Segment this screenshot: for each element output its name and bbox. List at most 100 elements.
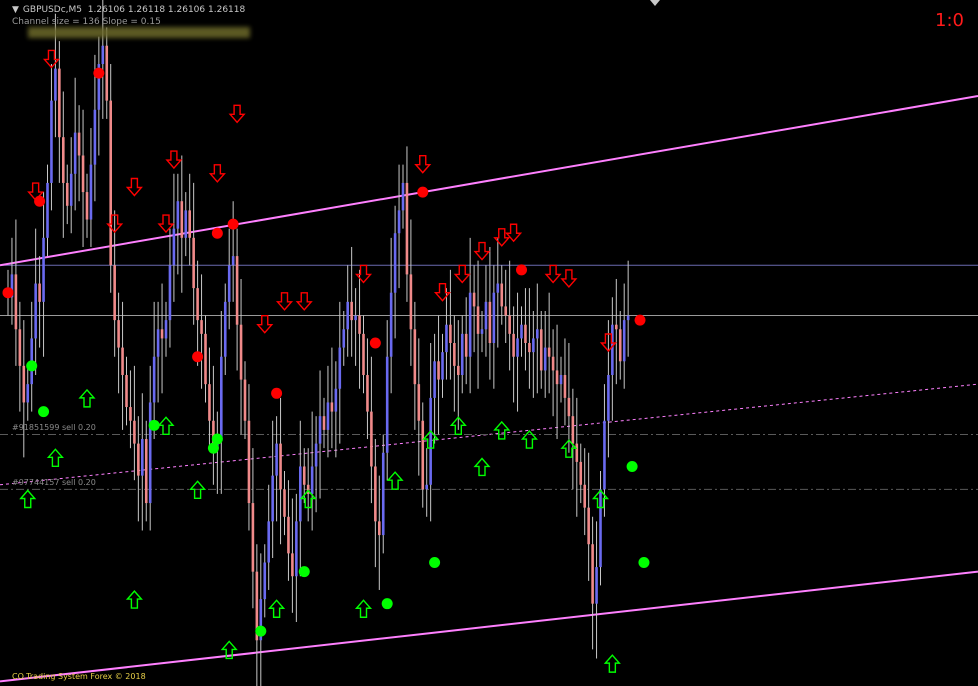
candle-body: [626, 315, 630, 321]
candle-body: [389, 292, 393, 357]
candle-body: [279, 443, 282, 490]
buy-arrow-icon: [19, 489, 37, 509]
sell-arrow-icon: [165, 150, 183, 170]
candle-body: [148, 402, 152, 504]
sell-arrow-icon: [228, 104, 246, 124]
buy-dot: [381, 598, 393, 610]
candle-body: [583, 484, 586, 508]
candle-body: [437, 361, 440, 380]
candle-body: [243, 379, 247, 421]
candle-body: [105, 45, 109, 101]
candle-body: [200, 320, 203, 334]
candle-body: [65, 182, 69, 206]
candle-body: [484, 301, 488, 330]
candle-body: [453, 343, 456, 366]
sell-arrow-icon: [493, 228, 511, 247]
candle-body: [180, 201, 184, 238]
candle-body: [338, 347, 342, 389]
candle-body: [500, 283, 504, 307]
candle-body: [563, 375, 567, 398]
candle-body: [413, 329, 417, 385]
candle-body: [287, 516, 290, 554]
candle-body: [346, 301, 349, 330]
candle-body: [472, 292, 476, 307]
sell-arrow-icon: [208, 164, 226, 183]
candle-body: [275, 443, 278, 476]
candle-body: [267, 521, 270, 563]
candle-body: [539, 329, 543, 371]
candle-body: [567, 397, 571, 417]
score-counter: 1:0: [935, 10, 964, 31]
candle-body: [571, 416, 575, 444]
candle-body: [18, 329, 22, 366]
candle-body: [302, 466, 306, 485]
candle-body: [50, 100, 53, 183]
candle-body: [62, 137, 65, 183]
candle-body: [512, 333, 515, 357]
candle-body: [618, 329, 622, 362]
candle-body: [156, 329, 160, 357]
candle-body: [38, 283, 41, 302]
candle-body: [587, 507, 590, 545]
candle-body: [152, 356, 156, 403]
candle-body: [141, 439, 144, 476]
sell-arrow-icon: [295, 292, 313, 311]
candle-body: [144, 439, 148, 504]
buy-dot: [429, 557, 441, 569]
sell-arrow-icon: [125, 177, 143, 197]
order-label-1[interactable]: #91851599 sell 0.20: [12, 423, 96, 432]
symbol-label: GBPUSDc,M5: [22, 5, 83, 15]
candle-body: [405, 182, 409, 275]
channel-info: Channel size = 136 Slope = 0.15: [12, 17, 161, 27]
collapse-triangle-icon[interactable]: ▼: [12, 5, 19, 15]
sell-arrow-icon: [414, 154, 432, 174]
candle-body: [488, 301, 492, 343]
price-chart[interactable]: [0, 0, 978, 686]
sell-dot: [2, 287, 14, 299]
candle-body: [247, 420, 251, 504]
candle-body: [492, 292, 496, 343]
buy-arrow-icon: [473, 457, 491, 477]
candle-body: [429, 397, 432, 485]
candle-body: [220, 356, 223, 440]
candle-body: [449, 324, 452, 343]
candle-body: [204, 333, 207, 385]
sell-arrow-icon: [157, 214, 175, 234]
candle-body: [113, 265, 116, 321]
candle-body: [393, 233, 397, 293]
footer-brand: CO.Trading System Forex © 2018: [12, 672, 146, 681]
buy-arrow-icon: [78, 388, 96, 408]
candle-body: [69, 173, 73, 206]
sell-arrow-icon: [354, 264, 373, 284]
candle-body: [445, 324, 448, 353]
blurred-text-region: [28, 27, 250, 38]
ohlc-label: 1.26106 1.26118 1.26106 1.26118: [87, 5, 246, 15]
candle-body: [227, 265, 231, 302]
buy-arrow-icon: [354, 599, 373, 618]
sell-dot: [634, 314, 646, 326]
candle-body: [184, 210, 188, 238]
candle-body: [366, 375, 369, 412]
candle-body: [441, 352, 444, 380]
candle-body: [81, 155, 85, 193]
candle-body: [607, 375, 610, 421]
shift-marker-icon[interactable]: [650, 0, 660, 6]
candle-body: [42, 237, 45, 302]
order-label-2[interactable]: #97744157 sell 0.20: [12, 478, 96, 487]
candle-body: [101, 45, 105, 65]
buy-dot: [298, 566, 310, 578]
buy-arrow-icon: [520, 429, 538, 449]
candle-body: [34, 283, 37, 339]
candle-body: [231, 256, 235, 266]
candle-body: [370, 411, 373, 467]
candle-body: [476, 306, 480, 334]
sell-dot: [211, 227, 223, 239]
buy-arrow-icon: [268, 599, 286, 618]
candle-body: [235, 256, 239, 325]
candle-body: [508, 315, 511, 334]
sell-arrow-icon: [256, 315, 274, 334]
candle-body: [354, 315, 357, 321]
sell-arrow-icon: [473, 241, 491, 261]
candles: [6, 0, 630, 686]
buy-dot: [38, 406, 50, 418]
